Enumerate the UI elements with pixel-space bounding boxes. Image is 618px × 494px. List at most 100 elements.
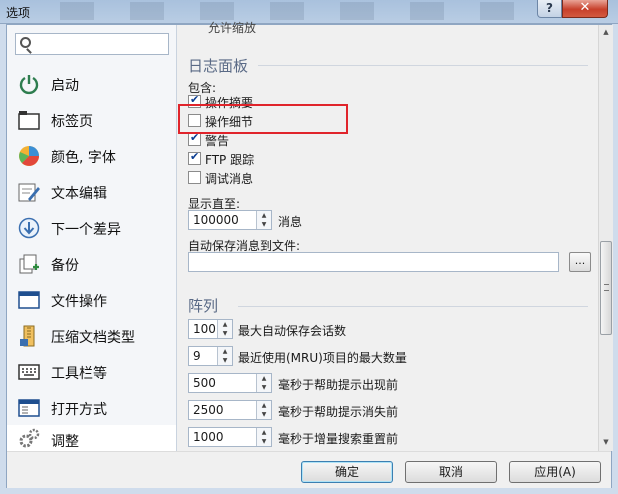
sidebar-item-open-with[interactable]: 打开方式 [7,391,176,425]
sidebar-item-label: 下一个差异 [51,222,121,238]
down-arrow-icon[interactable]: ▼ [218,329,232,338]
help-button[interactable]: ? [537,0,562,18]
grip-icon [604,284,609,291]
options-dialog: 启动 标签页 颜色, 字体 文本编辑 下一个差异 备份 文件操作 压缩文档类型 … [6,21,613,488]
title-bar: 选项 ? ✕ [0,0,618,24]
sidebar-item-label: 标签页 [51,114,93,130]
ftp-trace-checkbox[interactable] [188,150,201,165]
sidebar-item-file-ops[interactable]: 文件操作 [7,283,176,317]
show-until-unit: 消息 [278,215,303,229]
sidebar-item-label: 备份 [51,258,79,274]
max-sessions-value: 100 [193,322,216,336]
close-button[interactable]: ✕ [562,0,608,18]
sidebar-item-text-edit[interactable]: 文本编辑 [7,175,176,209]
sidebar-item-label: 文件操作 [51,294,107,310]
tooltip-show-label: 毫秒于帮助提示出现前 [278,378,399,392]
scroll-down-icon[interactable]: ▼ [599,435,613,449]
debug-messages-label: 调试消息 [205,172,254,186]
op-summary-label: 操作摘要 [205,96,254,110]
max-sessions-stepper[interactable]: 100 ▲ ▼ [188,319,233,339]
stepper-arrows[interactable]: ▲ ▼ [256,401,271,419]
sidebar-item-label: 启动 [51,78,79,94]
search-reset-label: 毫秒于增量搜索重置前 [278,432,399,446]
stepper-arrows[interactable]: ▲ ▼ [256,211,271,229]
down-arrow-icon[interactable]: ▼ [257,220,271,229]
partial-option-label: 允许缩放 [208,21,257,35]
down-arrow-icon[interactable]: ▼ [257,383,271,392]
apply-button[interactable]: 应用(A) [509,461,601,483]
options-content: 允许缩放 日志面板 包含: 操作摘要 操作细节 警告 FTP 跟踪 调试消息 显… [178,21,598,451]
down-arrow-icon[interactable]: ▼ [218,356,232,365]
sidebar-item-label: 调整 [51,434,79,450]
down-arrow-icon[interactable]: ▼ [257,437,271,446]
sidebar-item-label: 文本编辑 [51,186,107,202]
tooltip-hide-stepper[interactable]: 2500 ▲ ▼ [188,400,272,420]
sidebar-item-tabs[interactable]: 标签页 [7,103,176,137]
section-divider [258,65,588,66]
sidebar: 启动 标签页 颜色, 字体 文本编辑 下一个差异 备份 文件操作 压缩文档类型 … [7,25,177,451]
up-arrow-icon[interactable]: ▲ [218,347,232,356]
power-icon [17,72,41,96]
ok-button[interactable]: 确定 [301,461,393,483]
show-until-stepper[interactable]: 100000 ▲ ▼ [188,210,272,230]
sidebar-item-label: 工具栏等 [51,366,107,382]
op-summary-checkbox[interactable] [188,93,201,108]
tooltip-show-stepper[interactable]: 500 ▲ ▼ [188,373,272,393]
op-detail-checkbox[interactable] [188,114,201,127]
backup-icon [17,252,41,276]
stepper-arrows[interactable]: ▲ ▼ [217,320,232,338]
tabs-icon [17,108,41,132]
toolbar-icon [17,360,41,384]
archive-icon [17,324,41,348]
sidebar-item-startup[interactable]: 启动 [7,67,176,101]
color-palette-icon [17,144,41,168]
next-diff-icon [17,216,41,240]
section-divider [238,306,588,307]
show-until-value: 100000 [193,213,239,227]
scroll-up-icon[interactable]: ▲ [599,25,613,39]
sidebar-item-backup[interactable]: 备份 [7,247,176,281]
up-arrow-icon[interactable]: ▲ [257,428,271,437]
mru-label: 最近使用(MRU)项目的最大数量 [238,351,407,365]
tooltip-show-value: 500 [193,376,216,390]
autosave-path-input[interactable] [188,252,559,272]
tooltip-hide-label: 毫秒于帮助提示消失前 [278,405,399,419]
search-reset-stepper[interactable]: 1000 ▲ ▼ [188,427,272,447]
debug-messages-checkbox[interactable] [188,171,201,184]
queue-heading: 阵列 [188,297,219,315]
sidebar-item-colors-fonts[interactable]: 颜色, 字体 [7,139,176,173]
warnings-label: 警告 [205,134,230,148]
op-detail-label: 操作细节 [205,115,254,129]
warnings-checkbox[interactable] [188,131,201,146]
stepper-arrows[interactable]: ▲ ▼ [256,428,271,446]
down-arrow-icon[interactable]: ▼ [257,410,271,419]
log-panel-heading: 日志面板 [188,57,249,75]
sidebar-item-tweaks[interactable]: 调整 [7,425,176,451]
stepper-arrows[interactable]: ▲ ▼ [256,374,271,392]
up-arrow-icon[interactable]: ▲ [257,211,271,220]
search-icon [20,37,31,48]
search-input[interactable] [15,33,169,55]
sidebar-item-toolbars[interactable]: 工具栏等 [7,355,176,389]
browse-button[interactable]: ... [569,252,591,272]
sidebar-item-label: 压缩文档类型 [51,330,135,346]
window-title: 选项 [6,6,31,20]
mru-value: 9 [193,349,201,363]
open-with-icon [17,396,41,420]
title-bar-background [60,2,540,20]
stepper-arrows[interactable]: ▲ ▼ [217,347,232,365]
up-arrow-icon[interactable]: ▲ [257,401,271,410]
sidebar-item-archive-types[interactable]: 压缩文档类型 [7,319,176,353]
vertical-scrollbar[interactable]: ▲ ▼ [598,25,613,451]
mru-stepper[interactable]: 9 ▲ ▼ [188,346,233,366]
file-ops-icon [17,288,41,312]
scrollbar-thumb[interactable] [600,241,612,335]
cancel-button[interactable]: 取消 [405,461,497,483]
ftp-trace-label: FTP 跟踪 [205,153,255,167]
gears-icon [17,427,41,451]
dialog-footer: 确定 取消 应用(A) [7,451,611,488]
max-sessions-label: 最大自动保存会话数 [238,324,347,338]
up-arrow-icon[interactable]: ▲ [257,374,271,383]
up-arrow-icon[interactable]: ▲ [218,320,232,329]
sidebar-item-next-diff[interactable]: 下一个差异 [7,211,176,245]
